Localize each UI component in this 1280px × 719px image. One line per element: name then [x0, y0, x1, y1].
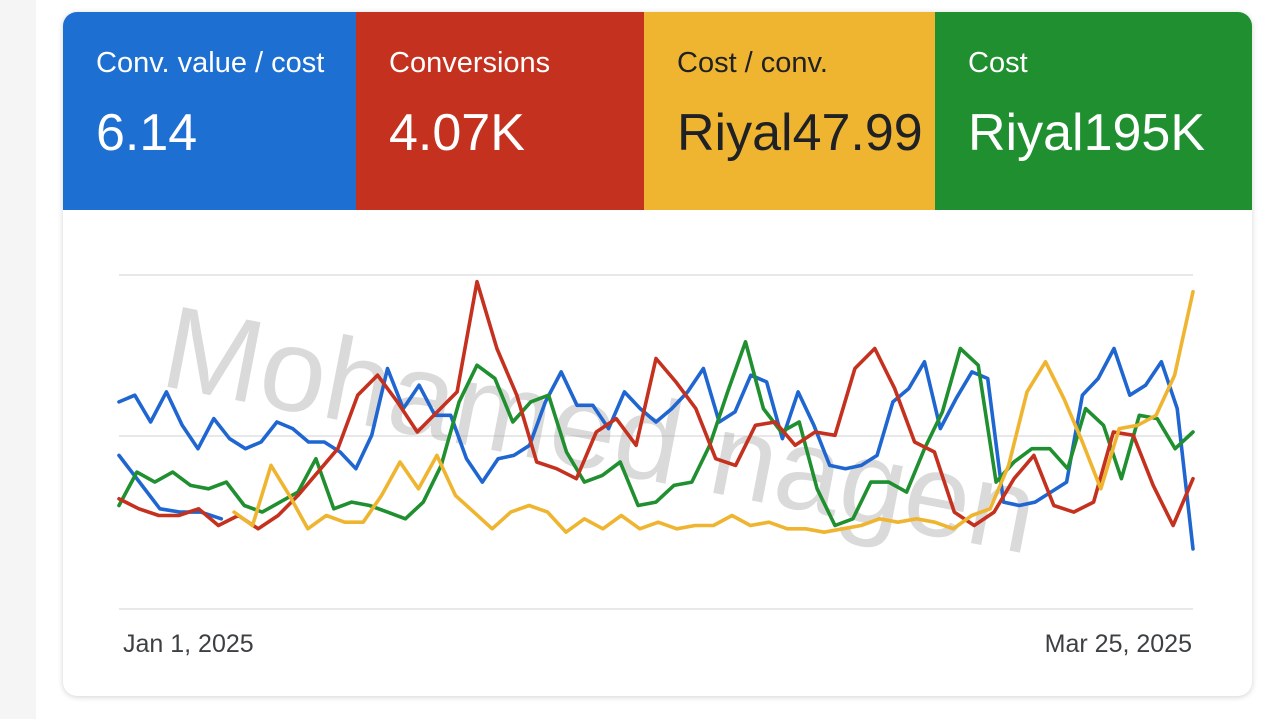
- metric-value-conv-value-per-cost: 6.14: [96, 104, 198, 162]
- metric-value-conversions: 4.07K: [389, 104, 525, 162]
- metric-tile-cost[interactable]: Cost Riyal195K: [935, 12, 1252, 210]
- metric-value-cost: Riyal195K: [968, 104, 1206, 162]
- metric-tile-cost-per-conv[interactable]: Cost / conv. Riyal47.99: [644, 12, 935, 210]
- metric-label-conversions: Conversions: [389, 47, 551, 79]
- x-axis-label-start: Jan 1, 2025: [123, 630, 254, 658]
- line-chart-svg: Mohamed nagen: [117, 274, 1195, 610]
- performance-card: Conv. value / cost 6.14 Conversions 4.07…: [63, 12, 1252, 696]
- metric-label-cost: Cost: [968, 47, 1028, 79]
- metric-tiles: Conv. value / cost 6.14 Conversions 4.07…: [63, 12, 1252, 210]
- line-chart: Mohamed nagen Jan 1, 2025 Mar 25, 2025: [63, 210, 1252, 696]
- x-axis-label-end: Mar 25, 2025: [1044, 630, 1192, 658]
- metric-value-cost-per-conv: Riyal47.99: [677, 104, 923, 162]
- metric-label-cost-per-conv: Cost / conv.: [677, 47, 828, 79]
- metric-label-conv-value-per-cost: Conv. value / cost: [96, 47, 325, 79]
- metric-tile-conversions[interactable]: Conversions 4.07K: [356, 12, 644, 210]
- metric-tile-conv-value-per-cost[interactable]: Conv. value / cost 6.14: [63, 12, 356, 210]
